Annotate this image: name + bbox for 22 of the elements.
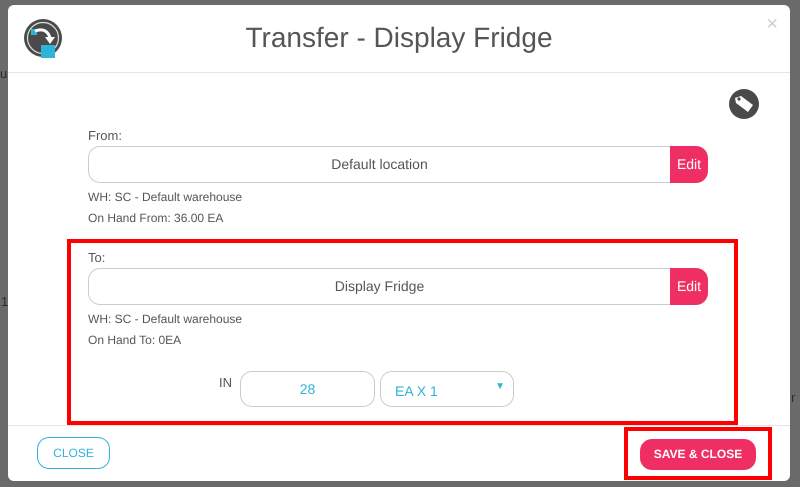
tag-icon[interactable] [728, 88, 760, 120]
field-label: To: [88, 250, 106, 265]
location-field[interactable]: Default location [88, 146, 670, 183]
field-label: From: [88, 128, 123, 143]
on-hand-text: On Hand To: 0EA [88, 332, 182, 349]
transfer-logo-icon [23, 18, 63, 58]
quantity-field[interactable]: 28 [240, 370, 375, 407]
caret-icon: ▼ [495, 381, 505, 392]
background-text: r [791, 390, 796, 405]
unit-dropdown[interactable]: EA X 1 ▼ [380, 370, 514, 407]
background-text: u [0, 66, 8, 81]
edit-button[interactable]: Edit [670, 268, 708, 305]
warehouse-text: WH: SC - Default warehouse [88, 310, 244, 328]
warehouse-text: WH: SC - Default warehouse [88, 188, 244, 206]
dialog-title: Transfer - Display Fridge [244, 22, 554, 54]
direction-label: IN [219, 374, 232, 390]
background-text: 1 [1, 294, 8, 309]
location-field[interactable]: Display Fridge [88, 268, 670, 305]
close-button[interactable]: CLOSE [37, 437, 110, 470]
on-hand-text: On Hand From: 36.00 EA [88, 210, 224, 227]
edit-button[interactable]: Edit [670, 146, 708, 183]
save-close-button[interactable]: SAVE & CLOSE [640, 438, 756, 470]
